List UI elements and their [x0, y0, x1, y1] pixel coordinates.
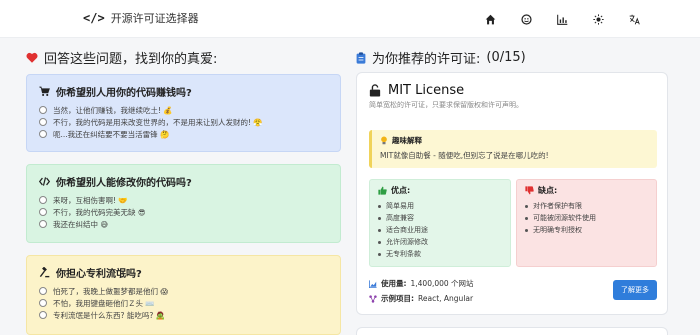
theme-toggle[interactable] — [588, 9, 608, 29]
cons-title: 缺点: — [525, 185, 648, 196]
radio-button[interactable] — [39, 196, 47, 204]
license-card: MIT License 简单宽松的许可证，只要求保留版权和许可声明。 趣味解释 … — [356, 72, 668, 315]
cart-icon — [39, 86, 50, 96]
option-label: 不行，我的代码是用来改变世界的，不是用来让别人发财的! 😤 — [53, 117, 263, 127]
question-title: 你希望别人用你的代码赚钱吗? — [39, 84, 328, 99]
questions-heading: 回答这些问题，找到你的真爱: — [26, 48, 217, 67]
option-label: 不怕，我用键盘砸他们Ｚ头 ⌨️ — [53, 298, 155, 308]
option-radio[interactable]: 怕死了，我晚上做噩梦都是他们 😱 — [39, 285, 328, 297]
radio-button[interactable] — [39, 106, 47, 114]
nav-icons — [480, 9, 644, 29]
code-logo-icon: </> — [83, 11, 105, 25]
pro-item: 适合商业用途 — [378, 224, 502, 236]
option-radio[interactable]: 我还在纠结中 😅 — [39, 218, 328, 230]
app-logo[interactable]: </> 开源许可证选择器 — [83, 10, 199, 26]
sun-icon — [592, 13, 604, 25]
app-title: 开源许可证选择器 — [110, 12, 199, 25]
translate-icon — [629, 14, 640, 24]
project-diagram-icon — [369, 294, 377, 303]
con-item: 可能被闭源软件使用 — [525, 212, 648, 224]
option-radio[interactable]: 当然，让他们赚钱，我继续吃土! 💰 — [39, 104, 328, 116]
github-button[interactable] — [516, 9, 536, 29]
question-card-patent: 你担心专利流氓吗? 怕死了，我晚上做噩梦都是他们 😱 不怕，我用键盘砸他们Ｚ头 … — [26, 255, 341, 335]
pro-item: 允许闭源修改 — [378, 236, 502, 248]
option-radio[interactable]: 专利流氓是什么东西? 能吃吗? 🧟 — [39, 309, 328, 321]
results-heading: 为你推荐的许可证: (0/15) — [356, 48, 526, 67]
unlock-icon — [369, 84, 381, 97]
pros-title-text: 优点: — [391, 186, 411, 195]
question-title: 你希望别人能修改你的代码吗? — [39, 174, 328, 189]
question-title-text: 你担心专利流氓吗? — [56, 269, 142, 280]
pro-item: 无专利条款 — [378, 248, 502, 260]
radio-button[interactable] — [39, 311, 47, 319]
area-chart-icon — [369, 279, 377, 288]
thumbs-up-icon — [378, 186, 387, 195]
cons-title-text: 缺点: — [538, 186, 558, 195]
usage-value: 1,400,000 个网站 — [410, 279, 474, 288]
option-label: 呃...我还在纠结要不要当活雷锋 🤔 — [53, 129, 170, 139]
questions-heading-text: 回答这些问题，找到你的真爱: — [44, 52, 218, 67]
license-title: MIT License — [369, 83, 464, 98]
pros-title: 优点: — [378, 185, 502, 196]
option-radio[interactable]: 不行，我的代码完美无缺 😎 — [39, 206, 328, 218]
option-radio[interactable]: 来呀，互相伤害啊! 🤝 — [39, 194, 328, 206]
option-label: 专利流氓是什么东西? 能吃吗? 🧟 — [53, 310, 166, 320]
question-title-text: 你希望别人用你的代码赚钱吗? — [56, 88, 192, 99]
thumbs-down-icon — [525, 186, 534, 195]
con-item: 对作者保护有限 — [525, 200, 648, 212]
option-label: 来呀，互相伤害啊! 🤝 — [53, 195, 128, 205]
question-card-modify: 你希望别人能修改你的代码吗? 来呀，互相伤害啊! 🤝 不行，我的代码完美无缺 😎… — [26, 164, 341, 243]
home-icon — [485, 14, 495, 24]
option-label: 怕死了，我晚上做噩梦都是他们 😱 — [53, 286, 169, 296]
lightbulb-icon — [381, 136, 387, 145]
usage-label: 使用量: — [381, 279, 407, 288]
chart-icon — [556, 14, 567, 25]
projects-value: React, Angular — [418, 294, 474, 303]
license-description: 简单宽松的许可证，只要求保留版权和许可声明。 — [369, 101, 523, 109]
option-label: 我还在纠结中 😅 — [53, 219, 109, 229]
code-icon — [39, 177, 50, 186]
pros-box: 优点: 简单易用 高度兼容 适合商业用途 允许闭源修改 无专利条款 — [369, 179, 511, 267]
question-title-text: 你希望别人能修改你的代码吗? — [56, 178, 192, 189]
fun-title-text: 趣味解释 — [392, 136, 422, 145]
github-icon — [520, 13, 532, 25]
example-projects: 示例项目: React, Angular — [369, 293, 473, 304]
results-count: (0/15) — [486, 50, 526, 65]
radio-button[interactable] — [39, 220, 47, 228]
option-radio[interactable]: 不怕，我用键盘砸他们Ｚ头 ⌨️ — [39, 297, 328, 309]
home-button[interactable] — [480, 9, 500, 29]
fun-title: 趣味解释 — [380, 135, 649, 146]
top-header: </> 开源许可证选择器 — [0, 0, 700, 38]
learn-more-button[interactable]: 了解更多 — [613, 280, 657, 300]
option-label: 当然，让他们赚钱，我继续吃土! 💰 — [53, 105, 173, 115]
fun-text: MIT就像自助餐 - 随便吃,但别忘了说是在哪儿吃的! — [380, 151, 549, 160]
license-name: MIT License — [388, 83, 465, 98]
stats-button[interactable] — [552, 9, 572, 29]
heart-icon — [26, 52, 38, 63]
option-label: 不行，我的代码完美无缺 😎 — [53, 207, 146, 217]
question-card-money: 你希望别人用你的代码赚钱吗? 当然，让他们赚钱，我继续吃土! 💰 不行，我的代码… — [26, 74, 341, 152]
next-license-card — [356, 327, 668, 335]
usage-stat: 使用量: 1,400,000 个网站 — [369, 278, 474, 289]
results-heading-text: 为你推荐的许可证: — [372, 52, 481, 67]
option-radio[interactable]: 不行，我的代码是用来改变世界的，不是用来让别人发财的! 😤 — [39, 116, 328, 128]
clipboard-icon — [356, 51, 366, 64]
pro-item: 高度兼容 — [378, 212, 502, 224]
fun-explanation: 趣味解释 MIT就像自助餐 - 随便吃,但别忘了说是在哪儿吃的! — [369, 130, 657, 168]
language-button[interactable] — [624, 9, 644, 29]
question-title: 你担心专利流氓吗? — [39, 265, 328, 280]
radio-button[interactable] — [39, 299, 47, 307]
cons-box: 缺点: 对作者保护有限 可能被闭源软件使用 无明确专利授权 — [516, 179, 657, 267]
pro-item: 简单易用 — [378, 200, 502, 212]
con-item: 无明确专利授权 — [525, 224, 648, 236]
radio-button[interactable] — [39, 130, 47, 138]
radio-button[interactable] — [39, 118, 47, 126]
radio-button[interactable] — [39, 208, 47, 216]
option-radio[interactable]: 呃...我还在纠结要不要当活雷锋 🤔 — [39, 128, 328, 140]
projects-label: 示例项目: — [381, 294, 414, 303]
radio-button[interactable] — [39, 287, 47, 295]
gavel-icon — [39, 267, 50, 278]
